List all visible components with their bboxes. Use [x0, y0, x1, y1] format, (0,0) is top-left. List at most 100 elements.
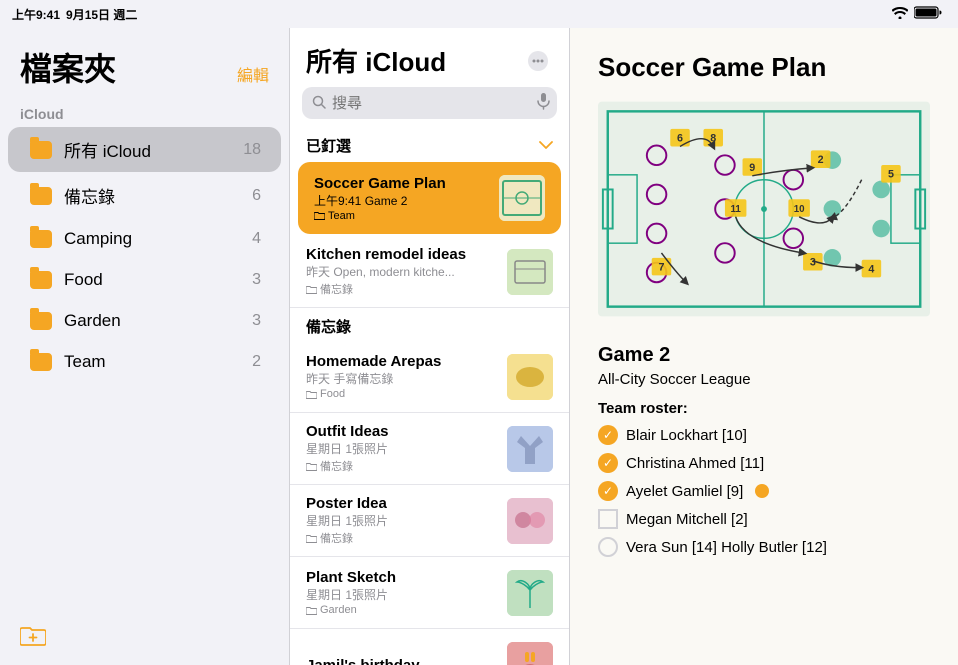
svg-text:9: 9: [749, 162, 755, 174]
note-detail-title: Soccer Game Plan: [598, 52, 930, 83]
edit-button[interactable]: 編輯: [237, 62, 269, 90]
note-content-birthday: Jamil's birthday: [306, 657, 497, 665]
sidebar-item-count: 3: [252, 271, 261, 289]
sidebar-item-team[interactable]: Team 2: [8, 342, 281, 382]
svg-text:2: 2: [818, 154, 824, 166]
sidebar-item-count: 6: [252, 187, 261, 205]
sidebar-item-garden[interactable]: Garden 3: [8, 301, 281, 341]
sidebar-header: 檔案夾 編輯: [0, 28, 289, 98]
mic-icon[interactable]: [537, 93, 550, 113]
sidebar-item-notes[interactable]: 備忘錄 6: [8, 173, 281, 218]
note-content-plant: Plant Sketch 星期日 1張照片 Garden: [306, 569, 497, 616]
sidebar-item-label: 所有 iCloud: [64, 137, 243, 162]
notes-list-header: 所有 iCloud: [290, 28, 569, 87]
note-item-birthday[interactable]: Jamil's birthday: [290, 629, 569, 665]
player-dot-icon: [755, 484, 769, 498]
league-name: All-City Soccer League: [598, 371, 930, 388]
note-item-arepas[interactable]: Homemade Arepas 昨天 手寫備忘錄 Food: [290, 341, 569, 413]
folder-icon-notes: [28, 186, 54, 206]
note-folder-label: 備忘錄: [320, 281, 353, 297]
note-item-poster[interactable]: Poster Idea 星期日 1張照片 備忘錄: [290, 485, 569, 557]
player-name-0: Blair Lockhart [10]: [626, 427, 747, 444]
note-item-soccer[interactable]: Soccer Game Plan 上午9:41 Game 2 Team: [298, 162, 561, 234]
note-folder: 備忘錄: [306, 281, 497, 297]
note-folder-label: 備忘錄: [320, 458, 353, 474]
sidebar-item-label: Garden: [64, 311, 252, 331]
sidebar-title: 檔案夾: [20, 44, 116, 90]
note-folder-label: Garden: [320, 604, 357, 616]
sidebar-items: 所有 iCloud 18 備忘錄 6 Camping 4: [0, 126, 289, 383]
player-name-2: Ayelet Gamliel [9]: [626, 483, 743, 500]
sidebar-item-food[interactable]: Food 3: [8, 260, 281, 300]
svg-text:4: 4: [868, 263, 874, 275]
sidebar: 檔案夾 編輯 iCloud 所有 iCloud 18 備忘錄 6: [0, 28, 290, 665]
notes-list-title: 所有 iCloud: [306, 42, 446, 79]
more-options-button[interactable]: [523, 46, 553, 76]
sidebar-item-camping[interactable]: Camping 4: [8, 219, 281, 259]
game-title: Game 2: [598, 344, 930, 367]
sidebar-item-label: Team: [64, 352, 252, 372]
note-folder: Food: [306, 388, 497, 400]
note-title: Soccer Game Plan: [314, 175, 489, 192]
folder-icon-camping: [28, 229, 54, 249]
note-title: Outfit Ideas: [306, 423, 497, 440]
notes-list-panel: 所有 iCloud 已釘選: [290, 28, 570, 665]
note-thumbnail-birthday: [507, 642, 553, 665]
note-content-arepas: Homemade Arepas 昨天 手寫備忘錄 Food: [306, 353, 497, 400]
sidebar-item-count: 3: [252, 312, 261, 330]
sidebar-footer: [0, 613, 289, 665]
note-thumbnail-plant: [507, 570, 553, 616]
sidebar-item-count: 18: [243, 141, 261, 159]
note-title: Kitchen remodel ideas: [306, 246, 497, 263]
note-content-poster: Poster Idea 星期日 1張照片 備忘錄: [306, 495, 497, 546]
note-item-plant[interactable]: Plant Sketch 星期日 1張照片 Garden: [290, 557, 569, 629]
sidebar-item-count: 4: [252, 230, 261, 248]
sidebar-item-label: 備忘錄: [64, 183, 252, 208]
wifi-icon: [892, 7, 908, 22]
note-folder: 備忘錄: [306, 458, 497, 474]
note-detail-panel: Soccer Game Plan: [570, 28, 958, 665]
folder-icon-food: [28, 270, 54, 290]
folder-icon-garden: [28, 311, 54, 331]
battery-icon: [914, 6, 942, 22]
note-item-outfit[interactable]: Outfit Ideas 星期日 1張照片 備忘錄: [290, 413, 569, 485]
memos-section-title: 備忘錄: [290, 308, 569, 341]
status-time-date: 上午9:41 9月15日 週二: [12, 6, 137, 23]
note-meta: 昨天 Open, modern kitche...: [306, 263, 497, 280]
search-bar[interactable]: [302, 87, 557, 119]
check-icon-2: ✓: [598, 481, 618, 501]
main-layout: 檔案夾 編輯 iCloud 所有 iCloud 18 備忘錄 6: [0, 28, 958, 665]
player-name-3: Megan Mitchell [2]: [626, 511, 748, 528]
svg-text:7: 7: [658, 262, 664, 274]
check-icon-1: ✓: [598, 453, 618, 473]
player-name-4: Vera Sun [14] Holly Butler [12]: [626, 539, 827, 556]
search-input[interactable]: [332, 95, 531, 112]
status-time: 上午9:41: [12, 6, 60, 23]
folder-icon-all: [28, 140, 54, 160]
new-folder-button[interactable]: [20, 625, 46, 653]
note-meta: 星期日 1張照片: [306, 512, 497, 529]
roster-item-2: ✓ Ayelet Gamliel [9]: [598, 481, 930, 501]
search-icon: [312, 95, 326, 112]
check-icon-0: ✓: [598, 425, 618, 445]
status-indicators: [892, 6, 942, 22]
roster-item-4: Vera Sun [14] Holly Butler [12]: [598, 537, 930, 557]
note-item-kitchen[interactable]: Kitchen remodel ideas 昨天 Open, modern ki…: [290, 236, 569, 308]
pinned-chevron-icon[interactable]: [539, 137, 553, 155]
sidebar-item-label: Food: [64, 270, 252, 290]
roster-item-1: ✓ Christina Ahmed [11]: [598, 453, 930, 473]
svg-text:11: 11: [731, 204, 742, 215]
note-folder-label: Food: [320, 388, 345, 400]
note-thumbnail-soccer: [499, 175, 545, 221]
pinned-section-header: 已釘選: [290, 129, 569, 160]
note-title: Poster Idea: [306, 495, 497, 512]
note-folder-label: 備忘錄: [320, 530, 353, 546]
svg-text:6: 6: [677, 133, 683, 145]
note-thumbnail-kitchen: [507, 249, 553, 295]
roster-label: Team roster:: [598, 400, 930, 417]
note-folder: Team: [314, 210, 489, 222]
note-folder-label: Team: [328, 210, 355, 222]
sidebar-item-all-icloud[interactable]: 所有 iCloud 18: [8, 127, 281, 172]
pinned-section-label: 已釘選: [306, 135, 351, 156]
svg-text:3: 3: [810, 257, 816, 269]
